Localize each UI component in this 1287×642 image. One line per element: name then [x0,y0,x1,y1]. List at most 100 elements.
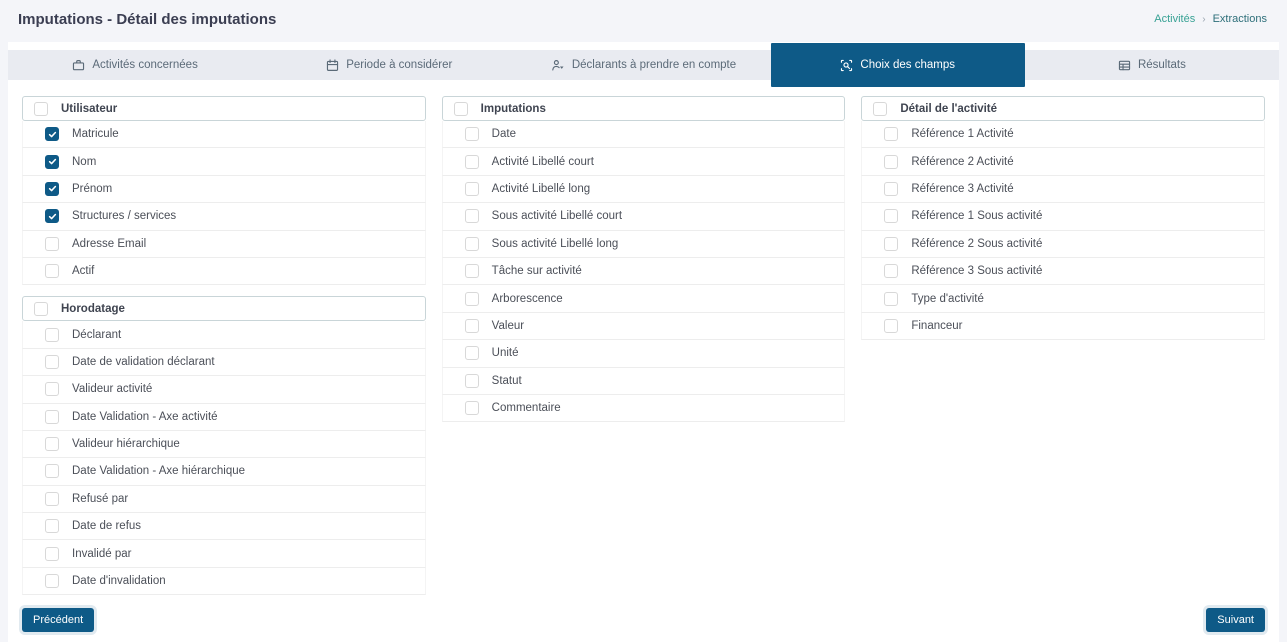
checkbox-checked[interactable] [45,155,59,169]
tab-periode-a-considerer[interactable]: Periode à considérer [262,50,516,80]
tab-declarants-a-prendre-en-compte[interactable]: Déclarants à prendre en compte [516,50,770,80]
checkbox-unchecked[interactable] [45,328,59,342]
group-header-imputations[interactable]: Imputations [442,96,846,121]
checkbox-unchecked[interactable] [465,346,479,360]
field-row-adresse-email[interactable]: Adresse Email [22,231,426,258]
checkbox-unchecked[interactable] [465,374,479,388]
calendar-icon [326,59,339,72]
field-row-date-d-invalidation[interactable]: Date d'invalidation [22,568,426,595]
field-row-reference-2-activite[interactable]: Référence 2 Activité [861,148,1265,175]
checkbox-unchecked[interactable] [45,574,59,588]
group-title: Horodatage [61,303,125,315]
field-label: Référence 1 Sous activité [911,210,1042,222]
field-row-actif[interactable]: Actif [22,258,426,285]
checkbox-unchecked[interactable] [465,292,479,306]
previous-button[interactable]: Précédent [22,608,94,632]
checkbox-unchecked[interactable] [884,292,898,306]
checkbox-checked[interactable] [45,182,59,196]
checkbox-unchecked[interactable] [34,102,48,116]
group-header-utilisateur[interactable]: Utilisateur [22,96,426,121]
field-row-reference-1-sous-activite[interactable]: Référence 1 Sous activité [861,203,1265,230]
group-header-horodatage[interactable]: Horodatage [22,296,426,321]
checkbox-unchecked[interactable] [45,492,59,506]
field-row-date-de-validation-declarant[interactable]: Date de validation déclarant [22,349,426,376]
field-row-arborescence[interactable]: Arborescence [442,285,846,312]
checkbox-unchecked[interactable] [884,127,898,141]
next-button[interactable]: Suivant [1206,608,1265,632]
breadcrumb-link-extractions[interactable]: Extractions [1213,13,1267,25]
field-row-refuse-par[interactable]: Refusé par [22,486,426,513]
tab-choix-des-champs[interactable]: Choix des champs [771,43,1025,87]
field-selection-area: UtilisateurMatriculeNomPrénomStructures … [8,80,1279,608]
checkbox-unchecked[interactable] [465,237,479,251]
field-row-commentaire[interactable]: Commentaire [442,395,846,422]
field-row-date-validation-axe-hierarchique[interactable]: Date Validation - Axe hiérarchique [22,458,426,485]
group-rows: DéclarantDate de validation déclarant Val… [22,321,426,595]
checkbox-unchecked[interactable] [45,355,59,369]
field-row-date-validation-axe-activite[interactable]: Date Validation - Axe activité [22,404,426,431]
field-label: Valideur activité [72,383,152,395]
field-row-statut[interactable]: Statut [442,368,846,395]
checkbox-unchecked[interactable] [465,209,479,223]
checkbox-unchecked[interactable] [465,401,479,415]
field-label: Type d'activité [911,293,984,305]
checkbox-unchecked[interactable] [465,319,479,333]
breadcrumb-link-activites[interactable]: Activités [1154,13,1195,25]
field-row-sous-activite-libelle-court[interactable]: Sous activité Libellé court [442,203,846,230]
table-icon [1118,59,1131,72]
checkbox-unchecked[interactable] [884,264,898,278]
field-row-reference-3-sous-activite[interactable]: Référence 3 Sous activité [861,258,1265,285]
checkbox-unchecked[interactable] [45,464,59,478]
checkbox-unchecked[interactable] [873,102,887,116]
checkbox-unchecked[interactable] [45,519,59,533]
checkbox-unchecked[interactable] [884,209,898,223]
field-row-declarant[interactable]: Déclarant [22,321,426,348]
checkbox-unchecked[interactable] [45,264,59,278]
tab-bar: Activités concernéesPeriode à considérer… [8,50,1279,80]
field-label: Référence 2 Activité [911,156,1013,168]
field-row-activite-libelle-long[interactable]: Activité Libellé long [442,176,846,203]
top-bar: Imputations - Détail des imputations Act… [0,0,1287,38]
checkbox-unchecked[interactable] [34,302,48,316]
checkbox-unchecked[interactable] [465,264,479,278]
field-row-tache-sur-activite[interactable]: Tâche sur activité [442,258,846,285]
field-row-matricule[interactable]: Matricule [22,121,426,148]
field-label: Référence 2 Sous activité [911,238,1042,250]
checkbox-unchecked[interactable] [884,319,898,333]
field-row-nom[interactable]: Nom [22,148,426,175]
checkbox-unchecked[interactable] [465,182,479,196]
field-row-sous-activite-libelle-long[interactable]: Sous activité Libellé long [442,231,846,258]
field-row-reference-2-sous-activite[interactable]: Référence 2 Sous activité [861,231,1265,258]
field-row-activite-libelle-court[interactable]: Activité Libellé court [442,148,846,175]
checkbox-unchecked[interactable] [465,127,479,141]
checkbox-unchecked[interactable] [884,155,898,169]
field-row-date[interactable]: Date [442,121,846,148]
field-row-unite[interactable]: Unité [442,340,846,367]
checkbox-unchecked[interactable] [884,237,898,251]
field-row-financeur[interactable]: Financeur [861,313,1265,340]
checkbox-checked[interactable] [45,209,59,223]
field-row-date-de-refus[interactable]: Date de refus [22,513,426,540]
field-row-valeur[interactable]: Valeur [442,313,846,340]
checkbox-unchecked[interactable] [884,182,898,196]
tab-resultats[interactable]: Résultats [1025,50,1279,80]
field-row-reference-1-activite[interactable]: Référence 1 Activité [861,121,1265,148]
field-label: Valideur hiérarchique [72,438,180,450]
field-row-invalide-par[interactable]: Invalidé par [22,540,426,567]
field-row-reference-3-activite[interactable]: Référence 3 Activité [861,176,1265,203]
group-header-detail-de-l-activite[interactable]: Détail de l'activité [861,96,1265,121]
checkbox-unchecked[interactable] [45,410,59,424]
checkbox-unchecked[interactable] [454,102,468,116]
checkbox-unchecked[interactable] [45,437,59,451]
field-row-prenom[interactable]: Prénom [22,176,426,203]
field-row-valideur-activite[interactable]: Valideur activité [22,376,426,403]
field-row-type-d-activite[interactable]: Type d'activité [861,285,1265,312]
tab-activites-concernees[interactable]: Activités concernées [8,50,262,80]
field-row-structures-services[interactable]: Structures / services [22,203,426,230]
checkbox-unchecked[interactable] [465,155,479,169]
field-row-valideur-hierarchique[interactable]: Valideur hiérarchique [22,431,426,458]
checkbox-checked[interactable] [45,127,59,141]
checkbox-unchecked[interactable] [45,547,59,561]
checkbox-unchecked[interactable] [45,237,59,251]
checkbox-unchecked[interactable] [45,382,59,396]
